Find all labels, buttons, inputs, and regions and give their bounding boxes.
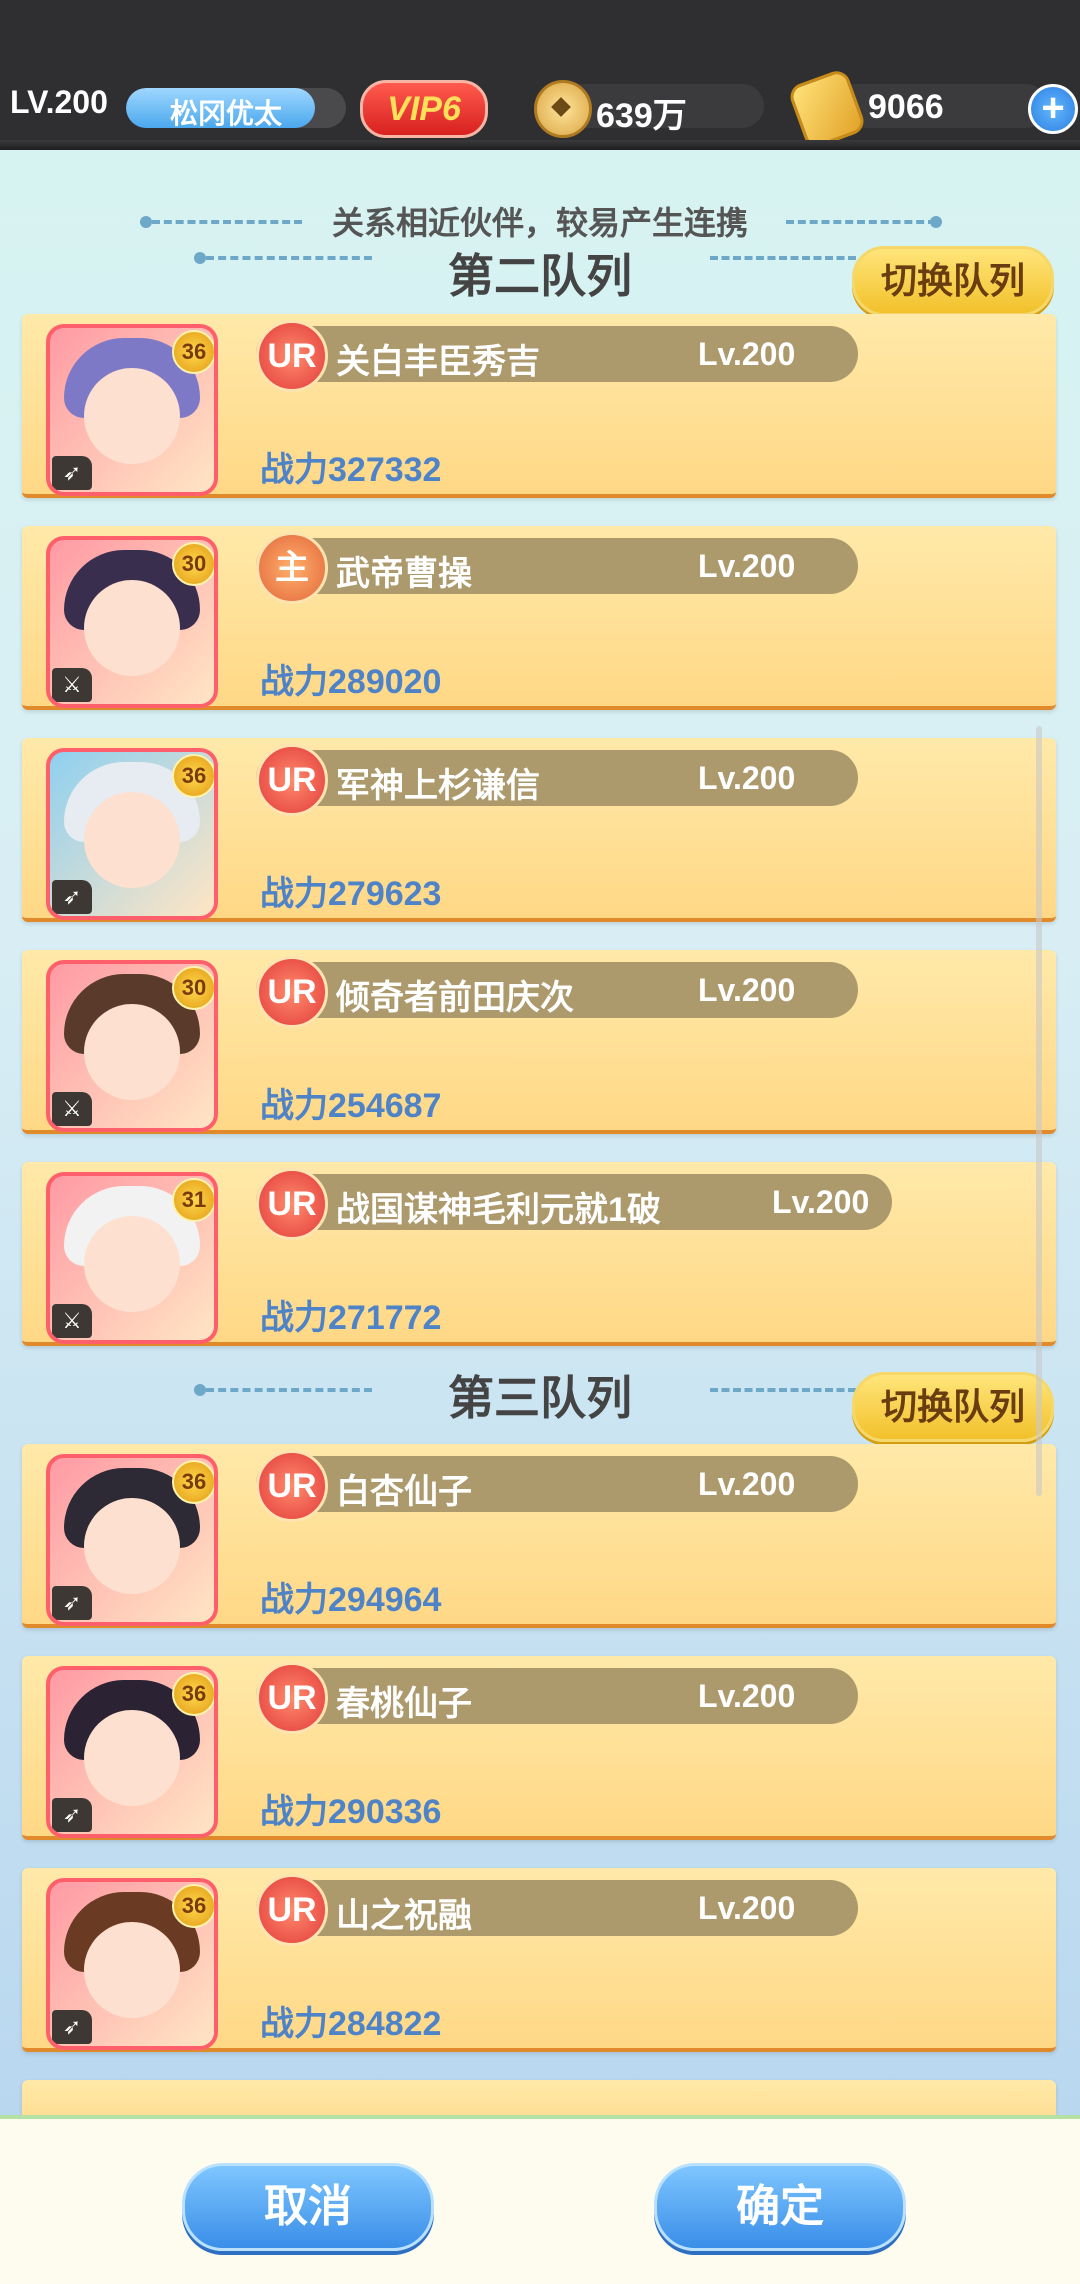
- hero-level: Lv.200: [698, 1466, 796, 1502]
- cancel-button[interactable]: 取消: [182, 2163, 434, 2251]
- class-icon: ➶: [52, 1586, 92, 1620]
- hero-name: 山之祝融: [336, 1897, 472, 1935]
- class-icon: ⚔: [52, 668, 92, 702]
- class-icon: ➶: [52, 2010, 92, 2044]
- class-icon: ⚔: [52, 1092, 92, 1126]
- action-bar: 取消 确定: [0, 2115, 1080, 2284]
- rarity-badge: UR: [256, 1662, 328, 1734]
- rarity-badge: UR: [256, 956, 328, 1028]
- hero-portrait: 36 ➶: [46, 748, 218, 920]
- star-badge: 36: [172, 1460, 214, 1504]
- class-icon: ➶: [52, 456, 92, 490]
- class-icon: ➶: [52, 1798, 92, 1832]
- hero-name: 春桃仙子: [336, 1685, 472, 1723]
- class-icon: ➶: [52, 880, 92, 914]
- hero-name: 关白丰臣秀吉: [336, 343, 540, 381]
- class-icon: ⚔: [52, 1304, 92, 1338]
- copper-coin-icon: [534, 80, 592, 138]
- hero-level: Lv.200: [698, 1678, 796, 1714]
- hero-name: 武帝曹操: [336, 555, 472, 593]
- player-level: LV.200: [10, 84, 108, 120]
- hero-card[interactable]: 30 ⚔ 主 武帝曹操 Lv.200 战力289020: [22, 526, 1056, 710]
- star-badge: 30: [172, 966, 214, 1010]
- hero-power: 战力289020: [260, 663, 442, 701]
- star-badge: 31: [172, 1178, 214, 1222]
- hero-power: 战力254687: [260, 1087, 442, 1125]
- star-badge: 36: [172, 330, 214, 374]
- hero-power: 战力271772: [260, 1299, 442, 1337]
- star-badge: 30: [172, 542, 214, 586]
- hero-portrait: 30 ⚔: [46, 960, 218, 1132]
- switch-queue-button[interactable]: 切换队列: [852, 1372, 1054, 1442]
- gold-ingot-icon: [786, 67, 868, 151]
- hero-card[interactable]: 30 ⚔ UR 倾奇者前田庆次 Lv.200 战力254687: [22, 950, 1056, 1134]
- hero-card[interactable]: 36 ➶ UR 山之祝融 Lv.200 战力284822: [22, 1868, 1056, 2052]
- hero-name: 军神上杉谦信: [336, 767, 540, 805]
- hero-level: Lv.200: [698, 548, 796, 584]
- hero-power: 战力279623: [260, 875, 442, 913]
- confirm-button[interactable]: 确定: [654, 2163, 906, 2251]
- rarity-badge: UR: [256, 1450, 328, 1522]
- hero-power: 战力290336: [260, 1793, 442, 1831]
- team-list-panel[interactable]: 关系相近伙伴，较易产生连携 第二队列 切换队列 36 ➶ UR 关白丰臣秀吉 Lv…: [0, 150, 1080, 2115]
- rarity-badge: UR: [256, 1874, 328, 1946]
- copper-value: 639万: [596, 97, 687, 135]
- switch-queue-button[interactable]: 切换队列: [852, 246, 1054, 316]
- hero-card[interactable]: 36 ➶ UR 关白丰臣秀吉 Lv.200 战力327332: [22, 314, 1056, 498]
- scrollbar[interactable]: [1036, 726, 1042, 1496]
- hero-level: Lv.200: [698, 1890, 796, 1926]
- gold-value: 9066: [868, 88, 944, 126]
- hero-power: 战力327332: [260, 451, 442, 489]
- hero-level: Lv.200: [772, 1184, 870, 1220]
- player-name-bar: 松冈优太: [126, 88, 346, 128]
- hero-card[interactable]: 36 ➶ UR 白杏仙子 Lv.200 战力294964: [22, 1444, 1056, 1628]
- hero-level: Lv.200: [698, 336, 796, 372]
- hero-name: 倾奇者前田庆次: [336, 979, 574, 1017]
- hero-portrait: 36 ➶: [46, 1454, 218, 1626]
- hero-portrait: 36 ➶: [46, 1878, 218, 2050]
- hero-power: 战力294964: [260, 1581, 442, 1619]
- top-status-bar: LV.200 松冈优太 VIP6 639万 9066 +: [0, 0, 1080, 151]
- hero-portrait: 36 ➶: [46, 324, 218, 496]
- rarity-badge: UR: [256, 1168, 328, 1240]
- hero-card[interactable]: 36 ➶ UR 春桃仙子 Lv.200 战力290336: [22, 1656, 1056, 1840]
- hero-portrait: 36 ➶: [46, 1666, 218, 1838]
- vip-badge[interactable]: VIP6: [360, 80, 488, 138]
- hero-portrait: 30 ⚔: [46, 536, 218, 708]
- rarity-badge: UR: [256, 320, 328, 392]
- plus-icon[interactable]: +: [1028, 84, 1078, 134]
- hero-name: 战国谋神毛利元就1破: [336, 1191, 661, 1229]
- hero-level: Lv.200: [698, 972, 796, 1008]
- hero-portrait: 31 ⚔: [46, 1172, 218, 1344]
- hero-card-partial[interactable]: [22, 2080, 1056, 2115]
- star-badge: 36: [172, 754, 214, 798]
- star-badge: 36: [172, 1672, 214, 1716]
- hero-power: 战力284822: [260, 2005, 442, 2043]
- hero-card[interactable]: 31 ⚔ UR 战国谋神毛利元就1破 Lv.200 战力271772: [22, 1162, 1056, 1346]
- hero-level: Lv.200: [698, 760, 796, 796]
- rarity-badge: UR: [256, 744, 328, 816]
- leader-badge: 主: [256, 532, 328, 604]
- hero-card[interactable]: 36 ➶ UR 军神上杉谦信 Lv.200 战力279623: [22, 738, 1056, 922]
- star-badge: 36: [172, 1884, 214, 1928]
- player-name: 松冈优太: [169, 98, 282, 128]
- copper-counter: 639万: [534, 80, 764, 138]
- hero-name: 白杏仙子: [336, 1473, 472, 1511]
- gold-counter: 9066: [786, 67, 1048, 151]
